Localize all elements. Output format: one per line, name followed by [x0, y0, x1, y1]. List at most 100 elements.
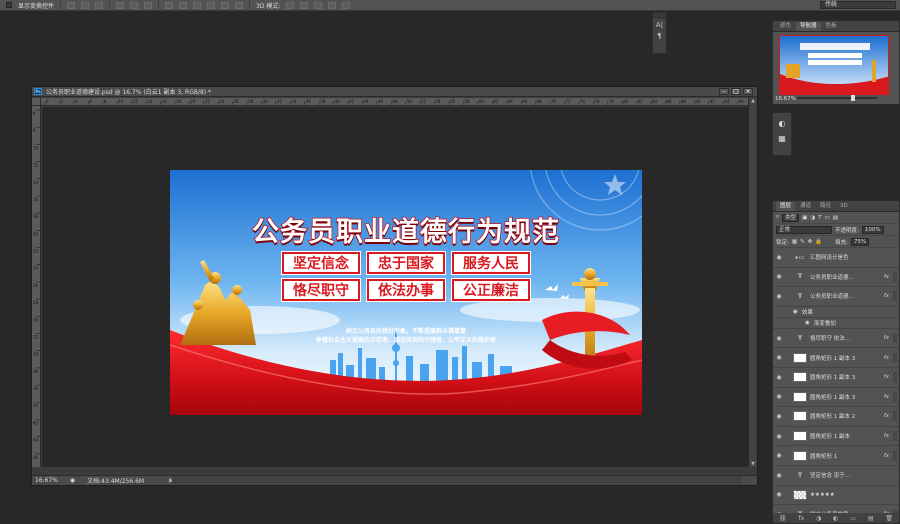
fx-icon[interactable]: fx [884, 335, 889, 341]
opacity-field[interactable]: 100% [861, 225, 884, 234]
navigator-zoom-knob[interactable] [851, 95, 855, 101]
workspace-select[interactable]: 传统 [820, 1, 896, 9]
blend-mode-select[interactable]: 正常 [776, 225, 832, 234]
effect-eye-icon[interactable]: ◉ [793, 309, 798, 315]
filter-adjust-icon[interactable]: ◑ [810, 215, 815, 221]
tab-layers[interactable]: 图层 [776, 202, 796, 211]
navigator-thumbnail[interactable] [779, 35, 889, 95]
visibility-eye-icon[interactable]: ◉ [773, 491, 785, 498]
align-bottom-button[interactable] [95, 1, 104, 9]
lock-move-icon[interactable]: ✥ [808, 239, 813, 245]
filter-pixel-icon[interactable]: ▣ [802, 215, 807, 221]
distribute-bottom-button[interactable] [193, 1, 202, 9]
visibility-eye-icon[interactable]: ◉ [773, 335, 785, 342]
fx-icon[interactable]: fx [884, 274, 889, 280]
distribute-right-button[interactable] [235, 1, 244, 9]
horizontal-ruler[interactable]: 0 2 4 6 8 10 12 14 16 18 20 22 24 26 28 30 32 34 36 38 40 42 4… [41, 98, 748, 106]
visibility-eye-icon[interactable]: ◉ [773, 433, 785, 440]
layer-row[interactable]: ◉ T 公务员职业道德... fx [773, 287, 899, 307]
layer-row[interactable]: ◉ 效果 [773, 307, 899, 318]
doc-size-readout[interactable]: 文档:43.4M/256.6M [87, 476, 144, 485]
layer-row[interactable]: ◉ 渐变叠加 [773, 318, 899, 329]
distribute-center-button[interactable] [221, 1, 230, 9]
align-top-button[interactable] [67, 1, 76, 9]
layer-filter-select[interactable]: 类型 [782, 213, 800, 222]
effect-eye-icon[interactable]: ◉ [805, 320, 810, 326]
visibility-eye-icon[interactable]: ◉ [773, 413, 785, 420]
styles-icon[interactable]: ▦ [773, 134, 791, 143]
navigator-zoom-slider[interactable] [797, 97, 877, 99]
fx-icon[interactable]: fx [884, 355, 889, 361]
fx-icon[interactable]: fx [884, 374, 889, 380]
artwork-canvas[interactable]: 公务员职业道德行为规范 坚定信念 忠于国家 服务人民 恪尽职守 依法办事 公正廉… [170, 170, 642, 415]
zoom-readout[interactable]: 16.67% [35, 477, 58, 484]
orbit-3d-button[interactable] [286, 1, 295, 9]
distribute-left-button[interactable] [207, 1, 216, 9]
fx-icon[interactable]: fx [884, 394, 889, 400]
slide-3d-button[interactable] [328, 1, 337, 9]
visibility-eye-icon[interactable]: ◉ [773, 393, 785, 400]
layer-row[interactable]: ◉ ★★★★★ [773, 486, 899, 506]
layer-row[interactable]: ◉ 圆角矩形 1 副本 fx [773, 427, 899, 447]
align-center-button[interactable] [130, 1, 139, 9]
visibility-eye-icon[interactable]: ◉ [773, 354, 785, 361]
tab-channels[interactable]: 通道 [796, 202, 815, 211]
layer-row[interactable]: ◉ 圆角矩形 1 副本 3 fx [773, 388, 899, 408]
scroll-up-icon[interactable]: ▲ [750, 98, 756, 104]
maximize-button[interactable]: □ [731, 88, 741, 95]
pan-3d-button[interactable] [314, 1, 323, 9]
status-info-icon[interactable]: ◉ [70, 477, 75, 484]
lock-all-icon[interactable]: 🔒 [815, 239, 822, 245]
layer-row[interactable]: ◉ ▸▭ 汇图网设计是色 [773, 248, 899, 268]
add-mask-icon[interactable]: ◑ [816, 515, 821, 522]
filter-smart-icon[interactable]: ▤ [833, 215, 838, 221]
ruler-origin[interactable] [32, 98, 41, 106]
vertical-scrollbar[interactable]: ▲ ▼ [748, 98, 757, 467]
tab-3d[interactable]: 3D [836, 202, 852, 211]
roll-3d-button[interactable] [300, 1, 309, 9]
show-transform-checkbox[interactable] [6, 2, 12, 8]
navigator-zoom[interactable]: 16.67% [775, 96, 796, 102]
layer-row[interactable]: ◉ 圆角矩形 1 副本 3 fx [773, 368, 899, 388]
tab-paths[interactable]: 路径 [816, 202, 835, 211]
layer-row[interactable]: ◉ 圆角矩形 1 副本 2 fx [773, 407, 899, 427]
align-middle-button[interactable] [81, 1, 90, 9]
align-left-button[interactable] [116, 1, 125, 9]
scroll-down-icon[interactable]: ▼ [750, 461, 756, 467]
new-layer-icon[interactable]: ▤ [868, 515, 874, 522]
layer-row[interactable]: ◉ 圆角矩形 1 fx [773, 446, 899, 466]
visibility-eye-icon[interactable]: ◉ [773, 374, 785, 381]
close-button[interactable]: × [743, 88, 753, 95]
horizontal-scrollbar[interactable] [172, 476, 742, 484]
distribute-middle-button[interactable] [179, 1, 188, 9]
visibility-eye-icon[interactable]: ◉ [773, 254, 785, 261]
link-layers-icon[interactable]: ⛓ [779, 515, 787, 522]
align-right-button[interactable] [144, 1, 153, 9]
character-panel-icon[interactable]: A| [653, 21, 666, 29]
document-tab[interactable]: Ps 公务员职业道德建设.psd @ 16.7% (白云1 副本 3, RGB/… [32, 87, 757, 97]
fill-field[interactable]: 75% [851, 237, 870, 246]
tab-navigator[interactable]: 导航器 [796, 22, 821, 31]
layer-row[interactable]: ◉ 圆角矩形 1 副本 3 fx [773, 348, 899, 368]
new-group-icon[interactable]: ▭ [850, 515, 856, 522]
tab-swatches[interactable]: 色板 [822, 22, 841, 31]
layer-row[interactable]: ◉ T 公务员职业道德... fx [773, 268, 899, 288]
scale-3d-button[interactable] [342, 1, 351, 9]
filter-shape-icon[interactable]: ▭ [825, 215, 830, 221]
adjustments-icon[interactable]: ◐ [773, 119, 791, 128]
distribute-top-button[interactable] [165, 1, 174, 9]
fx-icon[interactable]: fx [884, 453, 889, 459]
canvas-area[interactable]: 公务员职业道德行为规范 坚定信念 忠于国家 服务人民 恪尽职守 依法办事 公正廉… [42, 107, 749, 467]
lock-transparent-icon[interactable]: ▦ [792, 239, 797, 245]
tab-color[interactable]: 颜色 [776, 22, 795, 31]
visibility-eye-icon[interactable]: ◉ [773, 273, 785, 280]
add-style-icon[interactable]: fx [798, 515, 804, 522]
delete-layer-icon[interactable]: 🗑 [885, 515, 893, 522]
layer-row[interactable]: ◉ T 坚定信念 忠于... [773, 466, 899, 486]
new-adjustment-icon[interactable]: ◐ [833, 515, 838, 522]
fx-icon[interactable]: fx [884, 413, 889, 419]
visibility-eye-icon[interactable]: ◉ [773, 293, 785, 300]
fx-icon[interactable]: fx [884, 293, 889, 299]
filter-text-icon[interactable]: T [818, 215, 821, 221]
visibility-eye-icon[interactable]: ◉ [773, 452, 785, 459]
